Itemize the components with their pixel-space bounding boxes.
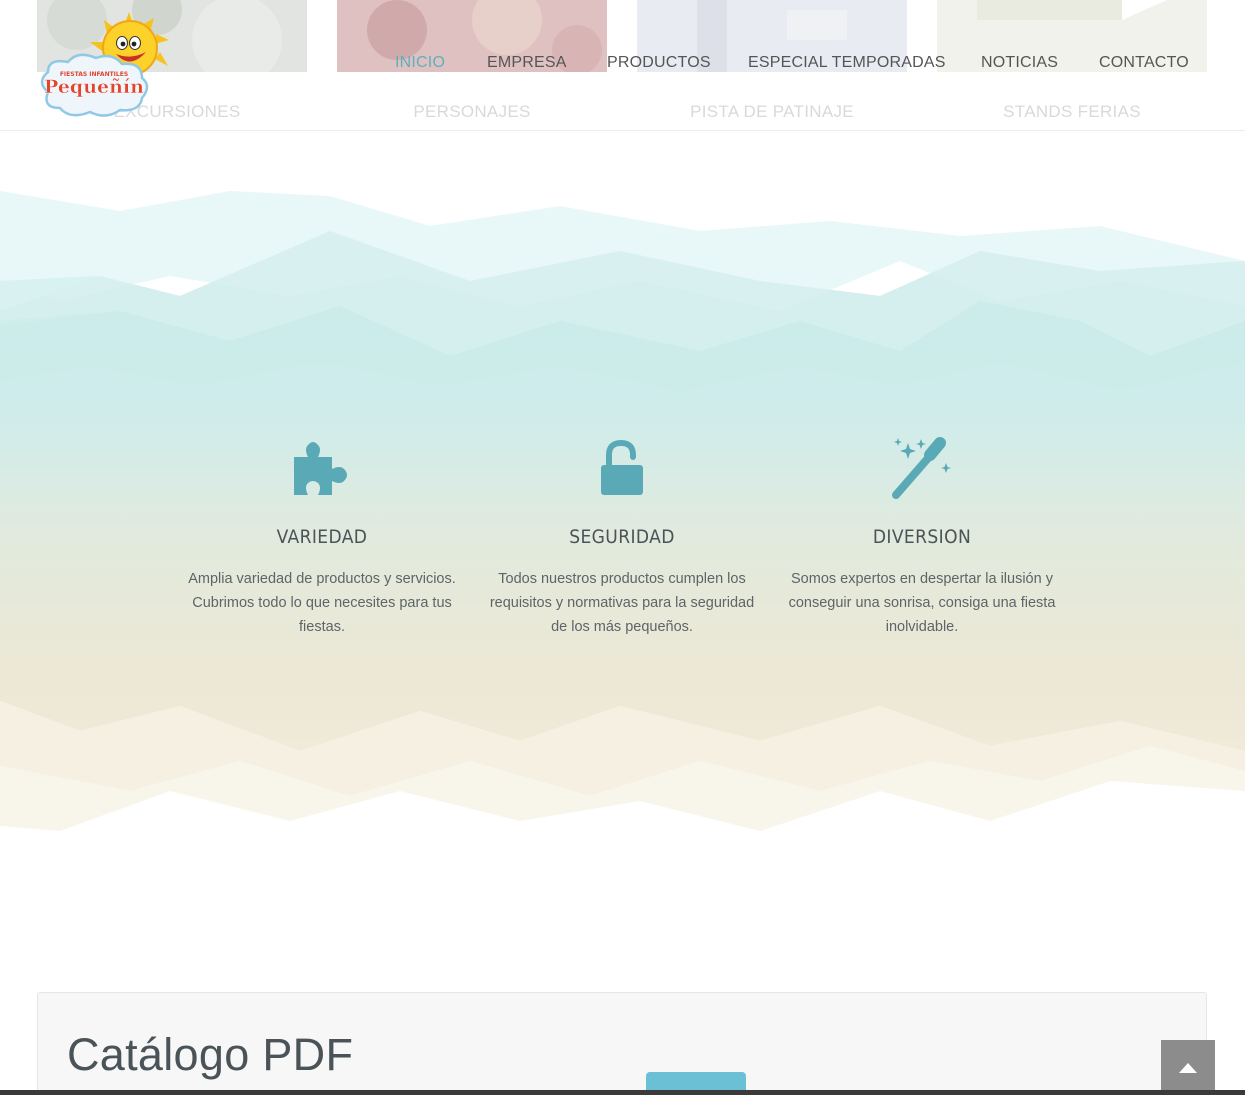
feature-diversion: DIVERSION Somos expertos en despertar la…	[777, 431, 1067, 639]
feature-title: SEGURIDAD	[569, 526, 675, 548]
main-nav: INICIO EMPRESA PRODUCTOS ESPECIAL TEMPOR…	[0, 54, 1245, 78]
feature-title: VARIEDAD	[276, 526, 368, 548]
feature-title: DIVERSION	[872, 526, 972, 548]
thumbnail-caption: STANDS FERIAS	[1003, 102, 1141, 121]
nav-item-contacto[interactable]: CONTACTO	[1099, 54, 1189, 72]
feature-description: Todos nuestros productos cumplen los req…	[489, 571, 755, 635]
site-header: EXCURSIONES PERSONAJES PISTA DE PATINAJE…	[0, 0, 1245, 131]
logo-wordmark: Pequeñín	[44, 76, 144, 98]
nav-item-productos[interactable]: PRODUCTOS	[607, 54, 711, 72]
scroll-to-top-button[interactable]	[1161, 1040, 1215, 1095]
site-logo[interactable]: FIESTAS INFANTILES Pequeñín	[34, 12, 174, 118]
feature-variedad: VARIEDAD Amplia variedad de productos y …	[177, 431, 467, 639]
feature-seguridad: SEGURIDAD Todos nuestros productos cumpl…	[477, 431, 767, 639]
nav-item-noticias[interactable]: NOTICIAS	[981, 54, 1058, 72]
puzzle-icon	[294, 442, 347, 495]
features-section: VARIEDAD Amplia variedad de productos y …	[0, 131, 1245, 891]
caret-up-icon	[1179, 1062, 1197, 1073]
catalog-panel: Catálogo PDF	[37, 992, 1207, 1095]
nav-item-empresa[interactable]: EMPRESA	[487, 54, 567, 72]
unlock-icon	[601, 439, 643, 495]
catalog-title: Catálogo PDF	[67, 1029, 354, 1080]
thumbnail-caption: PERSONAJES	[413, 102, 531, 121]
magic-wand-icon	[892, 437, 951, 499]
feature-description: Amplia variedad de productos y servicios…	[188, 571, 456, 635]
nav-item-inicio[interactable]: INICIO	[395, 54, 445, 72]
browser-bottom-bar	[0, 1090, 1245, 1095]
feature-description: Somos expertos en despertar la ilusión y…	[788, 571, 1056, 635]
nav-item-especial-temporadas[interactable]: ESPECIAL TEMPORADAS	[748, 54, 946, 72]
thumbnail-caption: PISTA DE PATINAJE	[690, 102, 854, 121]
